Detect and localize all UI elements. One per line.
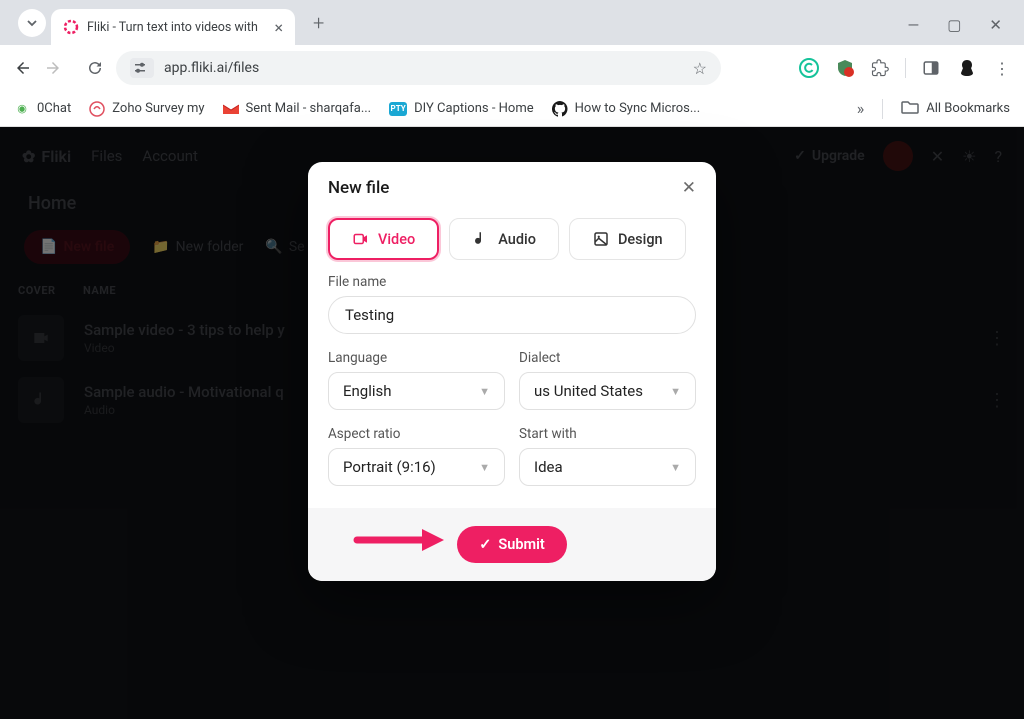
- tab-title: Fliki - Turn text into videos with: [87, 20, 266, 35]
- chevron-down-icon: ▼: [479, 461, 490, 474]
- tab-label: Audio: [498, 231, 536, 248]
- tab-search-dropdown[interactable]: [18, 9, 46, 37]
- bookmark-label: Sent Mail - sharqafa...: [246, 101, 372, 116]
- video-icon: [352, 230, 370, 248]
- dialect-label: Dialect: [519, 350, 696, 366]
- file-name-label: File name: [328, 274, 696, 290]
- arrow-pointer-icon: [352, 526, 447, 558]
- check-icon: ✓: [479, 536, 491, 553]
- bookmark-icon: PTY: [389, 102, 407, 116]
- aspect-select[interactable]: Portrait (9:16) ▼: [328, 448, 505, 486]
- browser-tab[interactable]: Fliki - Turn text into videos with ×: [51, 9, 295, 45]
- select-value: English: [343, 382, 392, 400]
- submit-label: Submit: [498, 536, 544, 553]
- tab-video[interactable]: Video: [328, 218, 439, 260]
- bookmark-item[interactable]: How to Sync Micros...: [552, 101, 701, 117]
- url-text: app.fliki.ai/files: [164, 60, 683, 76]
- profile-avatar-icon[interactable]: [956, 57, 978, 79]
- extensions-icon[interactable]: [871, 59, 889, 77]
- app-content: ✿ Fliki Files Account ✓ Upgrade ✕ ☀ ? Ho…: [0, 127, 1024, 719]
- extension-shield-icon[interactable]: [835, 58, 855, 78]
- site-settings-icon[interactable]: [130, 58, 154, 78]
- github-icon: [552, 101, 568, 117]
- file-name-input[interactable]: [328, 296, 696, 334]
- chrome-menu-icon[interactable]: ⋮: [994, 59, 1010, 78]
- tab-bar: Fliki - Turn text into videos with × +: [0, 0, 1024, 45]
- side-panel-icon[interactable]: [922, 59, 940, 77]
- start-select[interactable]: Idea ▼: [519, 448, 696, 486]
- select-value: Portrait (9:16): [343, 458, 436, 476]
- extension-icons: ⋮: [799, 57, 1010, 79]
- modal-body: Video Audio Design File name Langua: [308, 212, 716, 508]
- window-controls: — ▢ ✕: [886, 0, 1024, 50]
- bookmark-item[interactable]: Zoho Survey my: [89, 101, 204, 117]
- audio-icon: [472, 230, 490, 248]
- tab-favicon-icon: [63, 19, 79, 35]
- bookmark-label: 0Chat: [37, 101, 71, 116]
- language-label: Language: [328, 350, 505, 366]
- gmail-icon: [223, 101, 239, 117]
- select-value: us United States: [534, 382, 643, 400]
- bookmarks-bar: ◉ 0Chat Zoho Survey my Sent Mail - sharq…: [0, 91, 1024, 127]
- reload-button[interactable]: [86, 59, 104, 77]
- bookmarks-overflow-icon[interactable]: »: [857, 99, 865, 118]
- chevron-down-icon: ▼: [479, 385, 490, 398]
- tab-close-icon[interactable]: ×: [274, 18, 283, 37]
- modal-close-icon[interactable]: ✕: [682, 178, 696, 198]
- maximize-icon[interactable]: ▢: [947, 16, 961, 34]
- tab-audio[interactable]: Audio: [449, 218, 559, 260]
- bookmark-label: Zoho Survey my: [112, 101, 204, 116]
- design-icon: [592, 230, 610, 248]
- modal-title: New file: [328, 178, 389, 198]
- language-select[interactable]: English ▼: [328, 372, 505, 410]
- start-label: Start with: [519, 426, 696, 442]
- aspect-label: Aspect ratio: [328, 426, 505, 442]
- select-value: Idea: [534, 458, 563, 476]
- bookmark-icon: [89, 101, 105, 117]
- bookmark-item[interactable]: Sent Mail - sharqafa...: [223, 101, 372, 117]
- url-box[interactable]: app.fliki.ai/files ☆: [116, 51, 721, 85]
- tab-design[interactable]: Design: [569, 218, 686, 260]
- back-button[interactable]: [14, 59, 32, 77]
- minimize-icon[interactable]: —: [908, 16, 920, 34]
- bookmark-icon: ◉: [14, 101, 30, 117]
- modal-overlay: New file ✕ Video Audio Design: [0, 127, 1024, 719]
- folder-icon: [901, 100, 919, 118]
- new-tab-button[interactable]: +: [313, 11, 324, 35]
- close-window-icon[interactable]: ✕: [989, 16, 1002, 34]
- tab-label: Design: [618, 231, 663, 248]
- grammarly-icon[interactable]: [799, 58, 819, 78]
- all-bookmarks-label: All Bookmarks: [926, 101, 1010, 116]
- bookmark-item[interactable]: ◉ 0Chat: [14, 101, 71, 117]
- new-file-modal: New file ✕ Video Audio Design: [308, 162, 716, 581]
- bookmark-star-icon[interactable]: ☆: [693, 59, 707, 78]
- bookmark-item[interactable]: PTY DIY Captions - Home: [389, 101, 534, 116]
- submit-button[interactable]: ✓ Submit: [457, 526, 567, 563]
- bookmark-label: DIY Captions - Home: [414, 101, 534, 116]
- modal-footer: ✓ Submit: [308, 508, 716, 581]
- type-tabs: Video Audio Design: [328, 218, 696, 260]
- modal-header: New file ✕: [308, 162, 716, 212]
- tab-label: Video: [378, 231, 415, 248]
- forward-button[interactable]: [44, 59, 62, 77]
- dialect-select[interactable]: us United States ▼: [519, 372, 696, 410]
- bookmark-label: How to Sync Micros...: [575, 101, 701, 116]
- all-bookmarks-button[interactable]: All Bookmarks: [901, 100, 1010, 118]
- chevron-down-icon: ▼: [670, 385, 681, 398]
- address-bar: app.fliki.ai/files ☆ ⋮: [0, 45, 1024, 91]
- chevron-down-icon: ▼: [670, 461, 681, 474]
